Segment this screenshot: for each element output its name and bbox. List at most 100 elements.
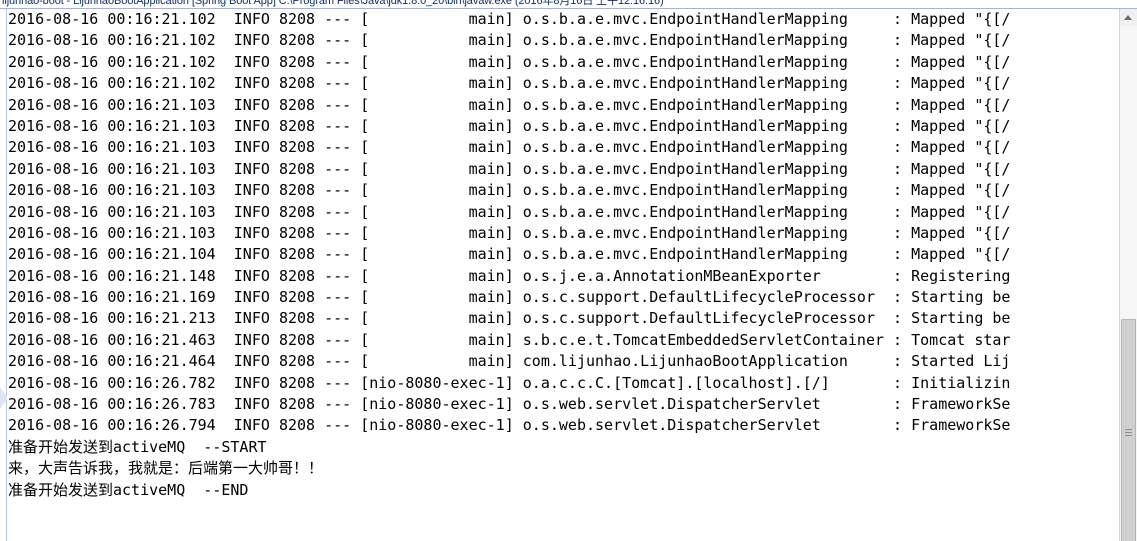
scrollbar-track[interactable] [1120, 26, 1137, 541]
log-line: 2016-08-16 00:16:21.213 INFO 8208 --- [ … [8, 308, 1119, 329]
log-level: INFO [233, 31, 270, 50]
log-message: Mapped "{[/ [911, 138, 1011, 157]
log-thread: [ main] [360, 245, 514, 264]
log-line: 2016-08-16 00:16:21.464 INFO 8208 --- [ … [8, 351, 1119, 372]
log-separator: --- [324, 10, 352, 28]
console-window: lijunhao-boot - LijunhaoBootApplication … [0, 0, 1137, 541]
log-pid: 8208 [278, 330, 316, 349]
vertical-scrollbar[interactable] [1119, 9, 1137, 541]
log-message: Mapped "{[/ [911, 10, 1011, 28]
window-title-bar: lijunhao-boot - LijunhaoBootApplication … [0, 0, 1137, 8]
log-timestamp: 2016-08-16 00:16:26.782 [8, 373, 216, 392]
log-separator: --- [324, 266, 352, 285]
log-timestamp: 2016-08-16 00:16:21.169 [8, 288, 216, 307]
log-separator: --- [324, 395, 352, 414]
log-line: 2016-08-16 00:16:21.103 INFO 8208 --- [ … [8, 116, 1119, 137]
log-thread: [ main] [360, 31, 514, 50]
log-line: 2016-08-16 00:16:26.794 INFO 8208 --- [n… [8, 415, 1119, 436]
log-separator: --- [324, 52, 352, 71]
log-logger: o.s.b.a.e.mvc.EndpointHandlerMapping [522, 138, 885, 157]
log-level: INFO [233, 95, 270, 114]
log-colon: : [893, 245, 903, 264]
console-output-line: 来，大声告诉我，我就是：后端第一大帅哥！！ [8, 459, 324, 478]
log-colon: : [893, 181, 903, 200]
log-pid: 8208 [278, 95, 316, 114]
scroll-up-arrow-icon[interactable] [1120, 9, 1137, 26]
log-separator: --- [324, 309, 352, 328]
log-thread: [ main] [360, 138, 514, 157]
log-timestamp: 2016-08-16 00:16:21.104 [8, 245, 216, 264]
log-separator: --- [324, 288, 352, 307]
console-gutter [0, 9, 7, 541]
log-colon: : [893, 288, 903, 307]
log-timestamp: 2016-08-16 00:16:21.103 [8, 181, 216, 200]
log-line: 2016-08-16 00:16:21.104 INFO 8208 --- [ … [8, 244, 1119, 265]
log-level: INFO [233, 159, 270, 178]
log-separator: --- [324, 95, 352, 114]
log-logger: s.b.c.e.t.TomcatEmbeddedServletContainer [522, 330, 885, 349]
log-thread: [ main] [360, 223, 514, 242]
log-timestamp: 2016-08-16 00:16:21.102 [8, 10, 216, 28]
log-colon: : [893, 416, 903, 435]
log-logger: o.s.b.a.e.mvc.EndpointHandlerMapping [522, 159, 885, 178]
log-level: INFO [233, 223, 270, 242]
log-thread: [ main] [360, 288, 514, 307]
log-thread: [ main] [360, 181, 514, 200]
log-timestamp: 2016-08-16 00:16:21.103 [8, 159, 216, 178]
log-timestamp: 2016-08-16 00:16:21.213 [8, 309, 216, 328]
scrollbar-thumb[interactable] [1121, 319, 1136, 541]
log-colon: : [893, 330, 903, 349]
log-colon: : [893, 138, 903, 157]
log-logger: o.s.b.a.e.mvc.EndpointHandlerMapping [522, 181, 885, 200]
log-logger: o.s.b.a.e.mvc.EndpointHandlerMapping [522, 95, 885, 114]
log-level: INFO [233, 52, 270, 71]
log-level: INFO [233, 245, 270, 264]
console-output-line: 准备开始发送到activeMQ --END [8, 480, 249, 499]
log-level: INFO [233, 116, 270, 135]
gutter-marker-icon [0, 387, 7, 409]
log-separator: --- [324, 223, 352, 242]
log-timestamp: 2016-08-16 00:16:21.103 [8, 116, 216, 135]
log-level: INFO [233, 373, 270, 392]
log-pid: 8208 [278, 181, 316, 200]
log-separator: --- [324, 159, 352, 178]
log-separator: --- [324, 373, 352, 392]
console-output-area[interactable]: 2016-08-16 00:16:21.102 INFO 8208 --- [ … [0, 9, 1137, 541]
log-logger: o.a.c.c.C.[Tomcat].[localhost].[/] [522, 373, 885, 392]
log-colon: : [893, 202, 903, 221]
log-viewport[interactable]: 2016-08-16 00:16:21.102 INFO 8208 --- [ … [8, 9, 1119, 541]
log-separator: --- [324, 138, 352, 157]
log-message: Started Lij [911, 352, 1011, 371]
log-thread: [ main] [360, 202, 514, 221]
log-timestamp: 2016-08-16 00:16:26.783 [8, 395, 216, 414]
log-separator: --- [324, 74, 352, 93]
log-separator: --- [324, 116, 352, 135]
log-timestamp: 2016-08-16 00:16:21.102 [8, 74, 216, 93]
log-line: 2016-08-16 00:16:21.103 INFO 8208 --- [ … [8, 137, 1119, 158]
log-level: INFO [233, 395, 270, 414]
log-line: 2016-08-16 00:16:21.103 INFO 8208 --- [ … [8, 223, 1119, 244]
log-message: Mapped "{[/ [911, 202, 1011, 221]
log-colon: : [893, 266, 903, 285]
log-message: Starting be [911, 309, 1011, 328]
log-colon: : [893, 159, 903, 178]
log-logger: o.s.b.a.e.mvc.EndpointHandlerMapping [522, 202, 885, 221]
log-logger: o.s.j.e.a.AnnotationMBeanExporter [522, 266, 885, 285]
log-message: Starting be [911, 288, 1011, 307]
log-logger: o.s.b.a.e.mvc.EndpointHandlerMapping [522, 10, 885, 28]
log-line: 2016-08-16 00:16:21.103 INFO 8208 --- [ … [8, 159, 1119, 180]
log-message: Mapped "{[/ [911, 181, 1011, 200]
log-timestamp: 2016-08-16 00:16:21.102 [8, 31, 216, 50]
log-message: FrameworkSe [911, 416, 1011, 435]
log-message: Registering [911, 266, 1011, 285]
log-colon: : [893, 223, 903, 242]
log-thread: [ main] [360, 159, 514, 178]
log-message: Mapped "{[/ [911, 74, 1011, 93]
log-pid: 8208 [278, 74, 316, 93]
log-line: 2016-08-16 00:16:21.102 INFO 8208 --- [ … [8, 30, 1119, 51]
scrollbar-grip-icon [1125, 429, 1132, 438]
log-colon: : [893, 373, 903, 392]
log-timestamp: 2016-08-16 00:16:21.463 [8, 330, 216, 349]
log-colon: : [893, 74, 903, 93]
log-thread: [ main] [360, 10, 514, 28]
